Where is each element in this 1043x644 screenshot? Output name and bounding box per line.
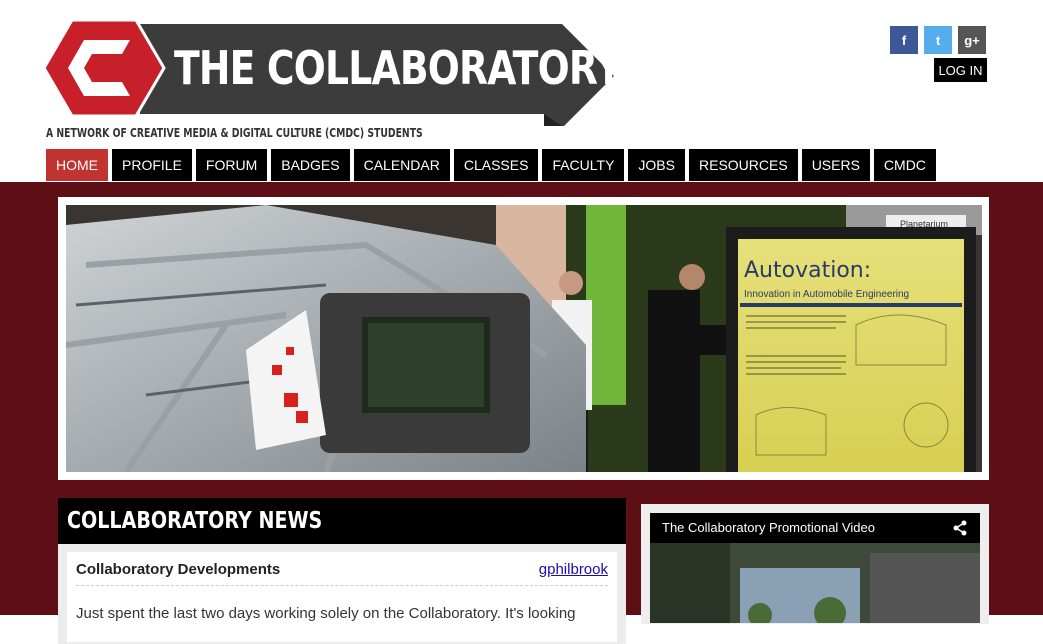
video-title-bar: The Collaboratory Promotional Video: [650, 513, 980, 543]
post-author-link[interactable]: gphilbrook: [539, 561, 608, 578]
news-body: Collaboratory Developments gphilbrook Ju…: [58, 544, 626, 644]
nav-faculty[interactable]: FACULTY: [542, 149, 625, 181]
twitter-icon[interactable]: t: [924, 26, 952, 54]
nav-users[interactable]: USERS: [801, 149, 870, 181]
video-title[interactable]: The Collaboratory Promotional Video: [662, 520, 875, 535]
post-title[interactable]: Collaboratory Developments: [76, 561, 280, 578]
nav-resources[interactable]: RESOURCES: [689, 149, 798, 181]
video-player[interactable]: The Collaboratory Promotional Video: [650, 513, 980, 623]
login-button[interactable]: LOG IN: [934, 58, 987, 82]
poster-subtitle: Innovation in Automobile Engineering: [744, 289, 909, 300]
banner-image: Planetarium Autovation: Innovation in Au…: [66, 205, 982, 472]
news-heading: COLLABORATORY NEWS: [67, 508, 323, 534]
post-divider: [76, 585, 608, 586]
poster-title: Autovation:: [744, 258, 871, 283]
video-panel: The Collaboratory Promotional Video: [641, 504, 989, 624]
google-plus-icon[interactable]: g+: [958, 26, 986, 54]
nav-classes[interactable]: CLASSES: [453, 149, 539, 181]
share-icon[interactable]: [952, 520, 968, 536]
main-nav: HOME PROFILE FORUM BADGES CALENDAR CLASS…: [46, 149, 936, 181]
news-panel: COLLABORATORY NEWS Collaboratory Develop…: [58, 498, 626, 644]
site-tagline: A NETWORK OF CREATIVE MEDIA & DIGITAL CU…: [46, 126, 423, 140]
banner-photo: Planetarium Autovation: Innovation in Au…: [66, 205, 982, 472]
news-header: COLLABORATORY NEWS: [58, 498, 626, 544]
banner-frame: Planetarium Autovation: Innovation in Au…: [58, 197, 989, 480]
news-post: Collaboratory Developments gphilbrook Ju…: [67, 552, 617, 642]
nav-badges[interactable]: BADGES: [271, 149, 350, 181]
nav-jobs[interactable]: JOBS: [628, 149, 685, 181]
site-title[interactable]: THE COLLABORATORY: [174, 38, 622, 98]
nav-forum[interactable]: FORUM: [195, 149, 268, 181]
site-header: THE COLLABORATORY A NETWORK OF CREATIVE …: [0, 0, 1043, 182]
nav-home[interactable]: HOME: [46, 149, 108, 181]
post-excerpt: Just spent the last two days working sol…: [76, 605, 576, 622]
nav-cmdc[interactable]: CMDC: [873, 149, 936, 181]
nav-profile[interactable]: PROFILE: [112, 149, 192, 181]
facebook-icon[interactable]: f: [890, 26, 918, 54]
nav-calendar[interactable]: CALENDAR: [353, 149, 450, 181]
main-content: Planetarium Autovation: Innovation in Au…: [0, 182, 1043, 644]
